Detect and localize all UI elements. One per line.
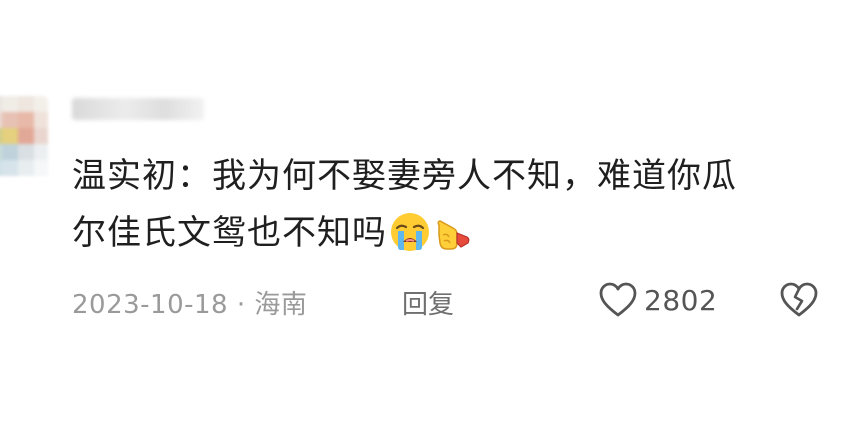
username-blurred[interactable] [72, 98, 204, 120]
dislike-button[interactable] [778, 280, 820, 320]
comment-text-line2: 尔佳氏文鸳也不知吗 [72, 213, 387, 253]
like-button[interactable]: 2802 [598, 280, 717, 320]
comment-item: 温实初：我为何不娶妻旁人不知，难道你瓜 尔佳氏文鸳也不知吗 2023-10-18… [0, 0, 844, 422]
pointing-hand-emoji-icon [433, 211, 475, 253]
comment-meta: 2023-10-18 · 海南 回复 2802 [72, 280, 832, 320]
comment-date-location: 2023-10-18 · 海南 [72, 284, 307, 321]
comment-text: 温实初：我为何不娶妻旁人不知，难道你瓜 尔佳氏文鸳也不知吗 [72, 148, 832, 262]
avatar[interactable] [0, 96, 48, 180]
like-count: 2802 [644, 283, 718, 317]
comment-text-line1: 温实初：我为何不娶妻旁人不知，难道你瓜 [72, 156, 737, 196]
heart-icon [599, 282, 637, 317]
reply-button[interactable]: 回复 [402, 284, 454, 321]
separator-dot: · [236, 290, 246, 320]
crying-face-emoji-icon [389, 211, 431, 253]
comment-location: 海南 [254, 290, 308, 320]
comment-date: 2023-10-18 [72, 290, 229, 320]
broken-heart-icon [780, 282, 818, 317]
